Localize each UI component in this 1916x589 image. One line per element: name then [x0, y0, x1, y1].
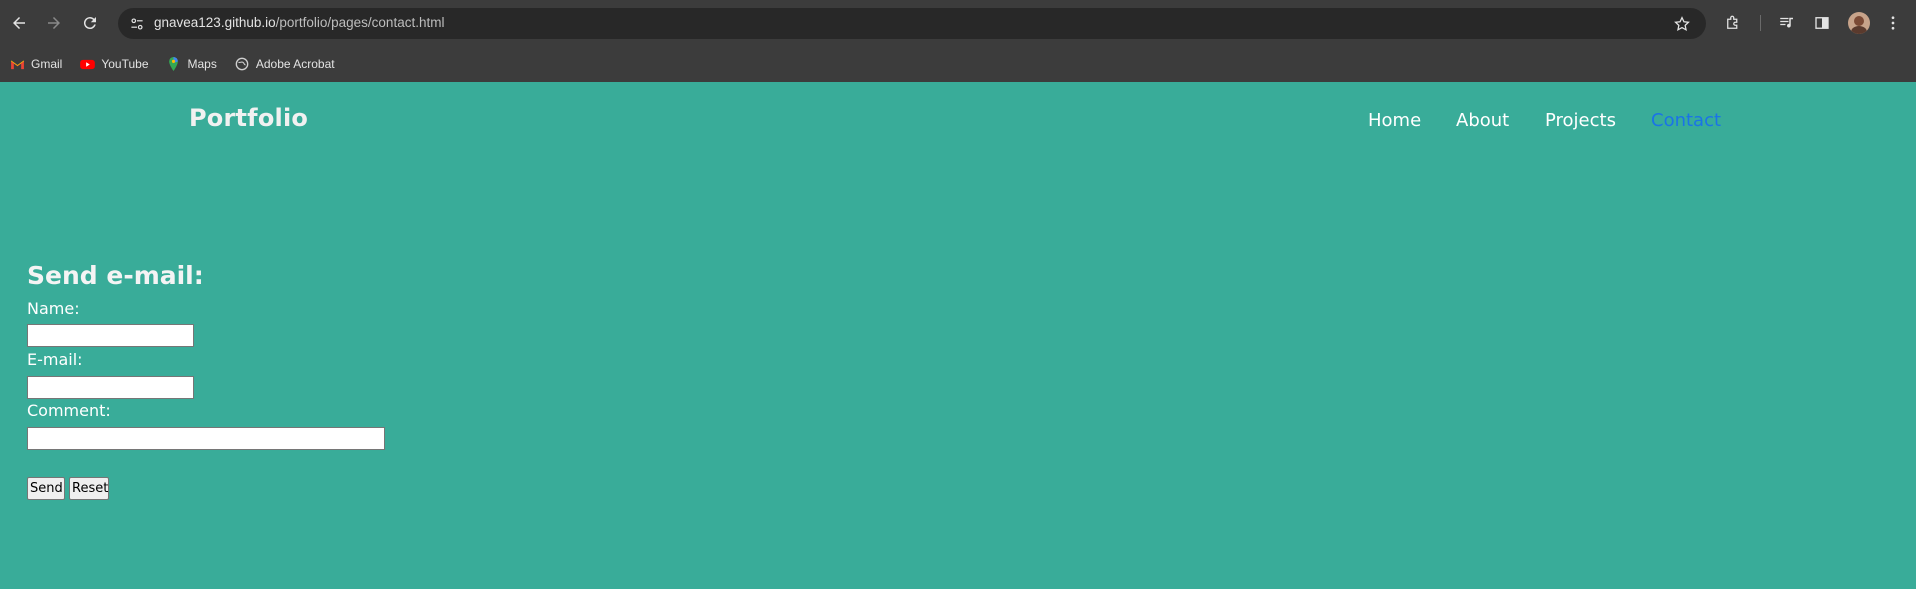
site-logo[interactable]: Portfolio — [189, 104, 308, 132]
bookmark-gmail[interactable]: Gmail — [9, 57, 62, 71]
comment-label: Comment: — [27, 401, 111, 420]
reload-icon — [83, 17, 96, 30]
address-bar[interactable]: gnavea123.github.io/portfolio/pages/cont… — [118, 8, 1706, 39]
email-input[interactable] — [27, 376, 194, 399]
bookmark-label: Maps — [187, 57, 217, 71]
nav-link-home[interactable]: Home — [1368, 110, 1421, 131]
toolbar-separator — [1760, 15, 1761, 31]
globe-icon — [234, 57, 250, 71]
url-text[interactable]: gnavea123.github.io/portfolio/pages/cont… — [154, 15, 444, 30]
site-settings-icon[interactable] — [127, 14, 147, 34]
email-label: E-mail: — [27, 350, 83, 369]
bookmark-adobe-acrobat[interactable]: Adobe Acrobat — [234, 57, 335, 71]
browser-toolbar: gnavea123.github.io/portfolio/pages/cont… — [0, 0, 1916, 46]
page-content: Portfolio Home About Projects Contact Se… — [0, 82, 1916, 589]
reload-button[interactable] — [76, 9, 104, 37]
bookmark-label: Gmail — [31, 57, 63, 71]
back-button[interactable] — [5, 9, 33, 37]
form-title: Send e-mail: — [27, 261, 204, 290]
bookmark-label: YouTube — [101, 57, 149, 71]
side-panel-icon[interactable] — [1812, 13, 1832, 33]
bookmarks-bar: Gmail YouTube Maps Adobe Acrobat — [0, 46, 1916, 82]
extensions-icon[interactable] — [1723, 13, 1743, 33]
nav-link-about[interactable]: About — [1456, 110, 1509, 131]
forward-button[interactable] — [40, 9, 68, 37]
arrow-right-icon — [48, 17, 60, 29]
reset-button[interactable]: Reset — [69, 477, 109, 500]
send-button[interactable]: Send — [27, 477, 65, 500]
gmail-icon — [9, 57, 25, 71]
menu-kebab-icon[interactable] — [1883, 13, 1903, 33]
bookmark-star-icon[interactable] — [1672, 14, 1692, 34]
profile-avatar[interactable] — [1848, 12, 1870, 34]
name-input[interactable] — [27, 324, 194, 347]
maps-icon — [166, 57, 182, 71]
arrow-left-icon — [13, 17, 25, 29]
nav-link-projects[interactable]: Projects — [1545, 110, 1616, 131]
url-host: gnavea123.github.io — [154, 15, 276, 30]
bookmark-label: Adobe Acrobat — [255, 57, 335, 71]
bookmark-youtube[interactable]: YouTube — [79, 57, 149, 71]
comment-input[interactable] — [27, 427, 385, 450]
bookmark-maps[interactable]: Maps — [166, 57, 217, 71]
nav-link-contact[interactable]: Contact — [1651, 110, 1721, 131]
youtube-icon — [79, 57, 95, 71]
name-label: Name: — [27, 299, 80, 318]
url-path: /portfolio/pages/contact.html — [275, 15, 445, 30]
media-queue-icon[interactable] — [1777, 13, 1797, 33]
browser-chrome: gnavea123.github.io/portfolio/pages/cont… — [0, 0, 1916, 82]
